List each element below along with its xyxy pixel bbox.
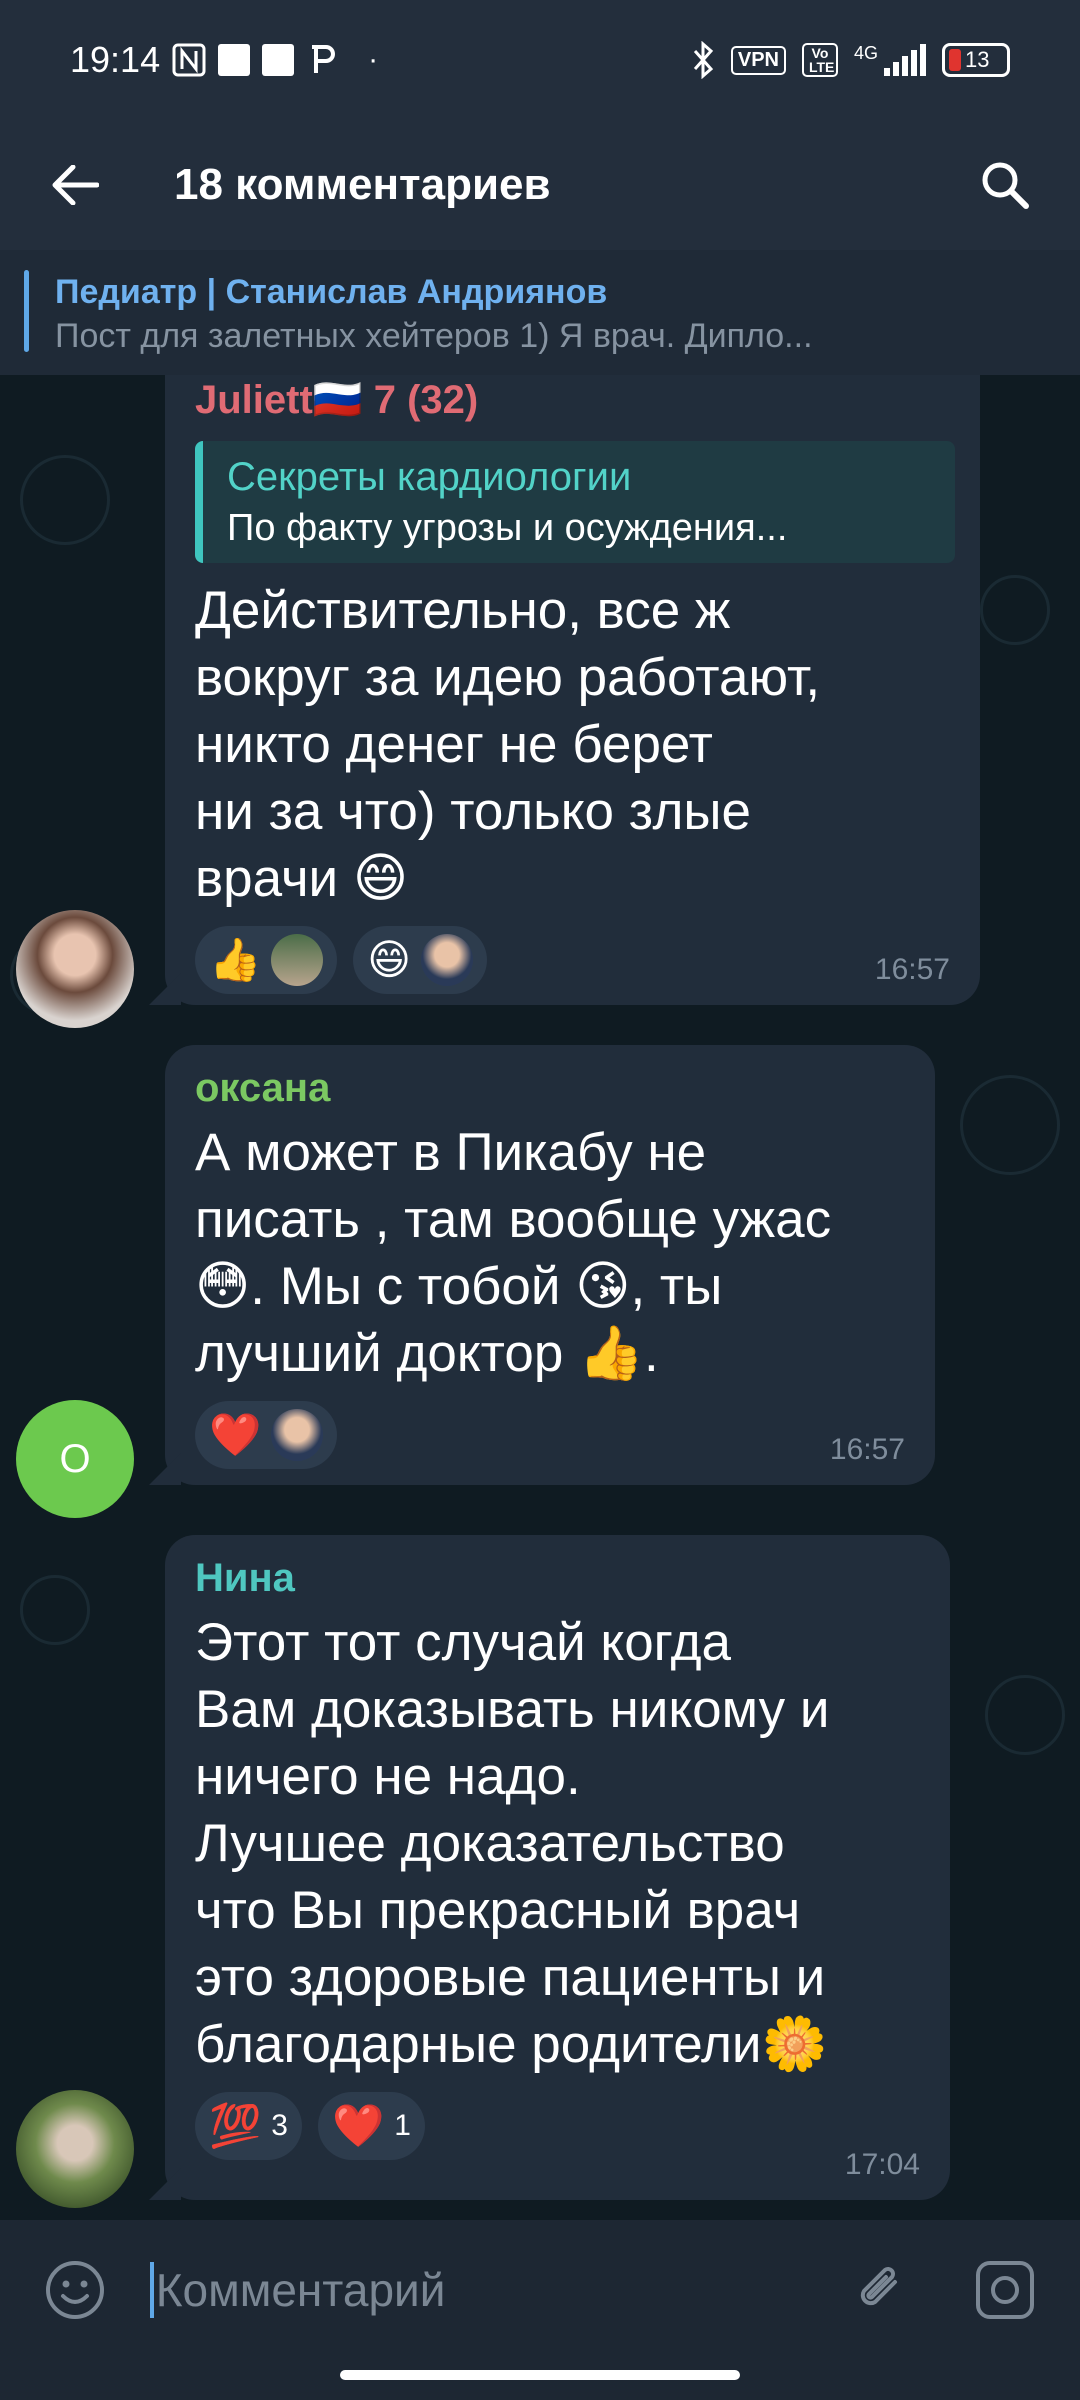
search-button[interactable]: [970, 150, 1040, 220]
nfc-icon: [172, 43, 206, 77]
reaction-count: 1: [394, 2109, 411, 2142]
smile-icon: [45, 2261, 104, 2319]
bubble-tail: [149, 973, 181, 1005]
notification-box-icon: [218, 44, 251, 76]
status-bar: 19:14 · VPN Vo LTE 4G 13: [0, 0, 1080, 120]
user-avatar[interactable]: [16, 910, 134, 1028]
battery-icon: 13: [942, 43, 1010, 77]
bluetooth-icon: [693, 41, 713, 79]
pinned-texts: Педиатр | Станислав Андриянов Пост для з…: [55, 270, 965, 375]
pinned-post[interactable]: Педиатр | Станислав Андриянов Пост для з…: [0, 250, 1080, 375]
attach-button[interactable]: [847, 2255, 917, 2325]
reaction-count: 3: [271, 2109, 288, 2142]
pinned-text: Пост для залетных хейтеров 1) Я врач. Ди…: [55, 317, 813, 355]
grin-emoji: 😄: [367, 936, 412, 983]
bubble-tail: [149, 2168, 181, 2200]
comment-placeholder: Комментарий: [155, 2264, 446, 2316]
message-author[interactable]: оксана: [195, 1063, 905, 1113]
background-doodle: [20, 1575, 90, 1645]
message-bubble[interactable]: Juliett🇷🇺 7 (32) Секреты кардиологии По …: [149, 375, 980, 1005]
camera-button[interactable]: [970, 2255, 1040, 2325]
hundred-points-emoji: 💯: [209, 2102, 262, 2149]
dot-icon: ·: [368, 43, 379, 76]
volte-badge: Vo LTE: [801, 43, 838, 77]
search-icon: [982, 162, 1029, 209]
paperclip-icon: [861, 2267, 898, 2306]
status-right: VPN Vo LTE 4G 13: [691, 41, 1010, 79]
user-avatar[interactable]: О: [16, 1400, 134, 1518]
reply-text: По факту угрозы и осуждения...: [227, 507, 788, 549]
notification-box-icon: [262, 44, 295, 76]
user-avatar: [271, 1409, 324, 1461]
user-avatar: [271, 934, 324, 986]
background-doodle: [960, 1075, 1060, 1175]
chat-area[interactable]: Juliett🇷🇺 7 (32) Секреты кардиологии По …: [0, 375, 1080, 2220]
message-bubble[interactable]: Нина Этот тот случай когда Вам доказыват…: [149, 1535, 950, 2200]
message-author[interactable]: Juliett🇷🇺 7 (32): [195, 375, 950, 425]
heart-emoji: ❤️: [331, 2102, 385, 2149]
text-caret: [149, 2262, 154, 2318]
status-time: 19:14: [70, 39, 161, 80]
message-text: Этот тот случай когда Вам доказывать ник…: [195, 1613, 830, 2074]
comment-input-bar: Комментарий: [0, 2220, 1080, 2360]
avatar-letter: О: [59, 1436, 91, 1481]
thumbs-up-emoji: 👍: [209, 936, 262, 983]
reactions: 👍 😄: [195, 926, 950, 994]
background-doodle: [20, 455, 110, 545]
reaction-chip[interactable]: 😄: [353, 926, 488, 994]
message-author[interactable]: Нина: [195, 1553, 920, 1603]
status-left: 19:14 ·: [70, 39, 378, 81]
comment-input[interactable]: Комментарий: [149, 2250, 847, 2330]
reaction-chip[interactable]: 👍: [195, 926, 338, 994]
network-type: 4G: [853, 43, 878, 63]
reply-quote[interactable]: Секреты кардиологии По факту угрозы и ос…: [195, 441, 955, 563]
message-text: Действительно, все ж вокруг за идею рабо…: [195, 581, 821, 908]
reaction-chip[interactable]: ❤️: [195, 1401, 338, 1469]
user-avatar: [421, 934, 474, 986]
reactions: ❤️: [195, 1401, 905, 1469]
reaction-chip[interactable]: ❤️ 1: [317, 2092, 425, 2160]
app-bar: 18 комментариев: [0, 120, 1080, 250]
message-text: А может в Пикабу не писать , там вообще …: [195, 1123, 832, 1383]
page-title: 18 комментариев: [174, 160, 551, 209]
message-time: 17:04: [844, 2148, 920, 2181]
arrow-left-icon: [52, 165, 99, 205]
pinned-title: Педиатр | Станислав Андриянов: [55, 273, 608, 311]
message-time: 16:57: [829, 1433, 905, 1466]
pinned-accent-bar: [24, 270, 29, 352]
signal-icon: [884, 44, 926, 76]
heart-emoji: ❤️: [209, 1411, 262, 1458]
back-button[interactable]: [40, 150, 110, 220]
message-time: 16:57: [874, 953, 950, 986]
reaction-chip[interactable]: 💯 3: [195, 2092, 302, 2160]
battery-fill: [949, 49, 961, 71]
navigation-handle[interactable]: [340, 2370, 740, 2380]
user-avatar[interactable]: [16, 2090, 134, 2208]
emoji-button[interactable]: [40, 2255, 110, 2325]
background-doodle: [980, 575, 1050, 645]
reply-title: Секреты кардиологии: [227, 455, 632, 499]
background-doodle: [985, 1675, 1065, 1755]
p-app-icon: [312, 45, 336, 73]
camera-icon: [976, 2261, 1035, 2319]
vpn-badge: VPN: [730, 45, 786, 75]
reactions: 💯 3 ❤️ 1: [195, 2092, 920, 2160]
message-bubble[interactable]: оксана А может в Пикабу не писать , там …: [149, 1045, 935, 1485]
battery-level: 13: [965, 47, 990, 72]
bubble-tail: [149, 1453, 181, 1485]
